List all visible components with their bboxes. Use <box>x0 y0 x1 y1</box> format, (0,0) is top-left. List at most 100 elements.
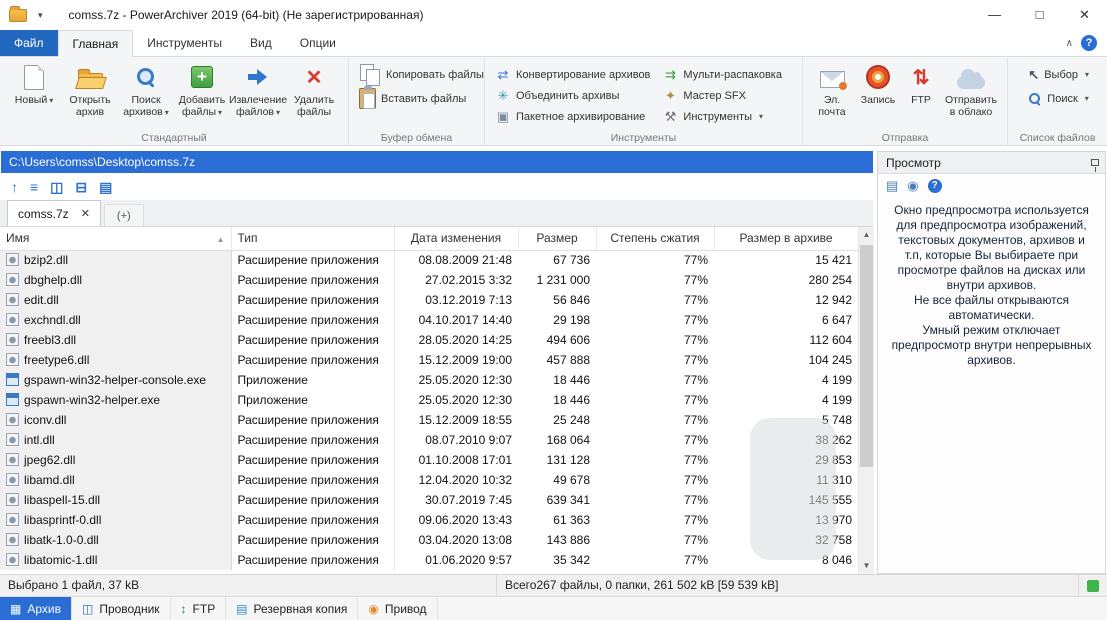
pin-icon[interactable] <box>1091 159 1099 172</box>
extract-files-button[interactable]: Извлечение файлов ▾ <box>229 60 287 119</box>
add-files-button[interactable]: Добавить файлы▾ <box>174 60 230 119</box>
file-ratio: 77% <box>683 493 708 507</box>
email-button[interactable]: Эл. почта <box>809 60 855 118</box>
table-row[interactable]: freetype6.dll Расширение приложения 15.1… <box>0 350 858 370</box>
file-packed-size: 4 199 <box>821 373 852 387</box>
app-icon[interactable] <box>9 5 27 22</box>
column-header-size[interactable]: Размер <box>518 227 597 251</box>
column-header-date[interactable]: Дата изменения <box>394 227 519 251</box>
delete-files-button[interactable]: Удалить файлы <box>286 60 342 118</box>
bottom-tab-ftp[interactable]: ↕ FTP <box>171 597 227 620</box>
view-details-icon[interactable]: ▤ <box>99 179 112 196</box>
file-ratio: 77% <box>683 433 708 447</box>
tab-home[interactable]: Главная <box>57 30 134 57</box>
up-one-level-icon[interactable]: ↑ <box>11 179 18 195</box>
tab-view[interactable]: Вид <box>236 30 286 56</box>
file-type-icon <box>6 293 19 306</box>
table-row[interactable]: libatomic-1.dll Расширение приложения 01… <box>0 550 858 570</box>
paste-files-button[interactable]: Вставить файлы <box>355 86 488 109</box>
convert-archives-button[interactable]: ⇄ Конвертирование архивов <box>491 64 654 85</box>
table-row[interactable]: iconv.dll Расширение приложения 15.12.20… <box>0 410 858 430</box>
minimize-button[interactable]: — <box>972 0 1017 30</box>
table-row[interactable]: dbghelp.dll Расширение приложения 27.02.… <box>0 270 858 290</box>
close-tab-icon[interactable]: ✕ <box>81 207 90 220</box>
file-date: 25.05.2020 12:30 <box>418 393 512 407</box>
view-columns-icon[interactable]: ◫ <box>50 179 63 196</box>
ftp-button[interactable]: FTP <box>901 60 941 106</box>
file-name: bzip2.dll <box>24 253 69 268</box>
file-type-icon <box>6 473 19 486</box>
table-row[interactable]: exchndl.dll Расширение приложения 04.10.… <box>0 310 858 330</box>
tab-options[interactable]: Опции <box>286 30 350 56</box>
tab-tools[interactable]: Инструменты <box>133 30 236 56</box>
bottom-tab-label: Резервная копия <box>253 601 348 616</box>
search-archives-button[interactable]: Поиск архивов ▾ <box>118 60 174 119</box>
batch-icon: ▣ <box>496 108 510 124</box>
table-row[interactable]: intl.dll Расширение приложения 08.07.201… <box>0 430 858 450</box>
preview-file-icon[interactable]: ▤ <box>886 178 898 194</box>
multi-extract-icon: ⇉ <box>664 66 676 82</box>
file-size: 1 231 000 <box>536 273 590 287</box>
column-header-type[interactable]: Тип <box>231 227 395 251</box>
table-row[interactable]: libatk-1.0-0.dll Расширение приложения 0… <box>0 530 858 550</box>
close-button[interactable]: ✕ <box>1062 0 1107 30</box>
preview-help-icon[interactable]: ? <box>927 178 942 193</box>
tab-file[interactable]: Файл <box>0 30 58 56</box>
file-packed-size: 13 970 <box>815 513 852 527</box>
file-date: 12.04.2020 10:32 <box>418 473 512 487</box>
help-button[interactable]: ? <box>1081 35 1097 51</box>
bottom-tab-backup[interactable]: ▤ Резервная копия <box>226 597 359 620</box>
maximize-button[interactable]: □ <box>1017 0 1062 30</box>
column-header-ratio[interactable]: Степень сжатия <box>596 227 715 251</box>
file-size: 18 446 <box>553 393 590 407</box>
file-packed-size: 38 262 <box>815 433 852 447</box>
send-to-cloud-button[interactable]: Отправить в облако <box>941 60 1001 118</box>
view-list-icon[interactable]: ≡ <box>30 179 38 195</box>
ribbon-collapse-icon[interactable]: ∧ <box>1066 38 1073 49</box>
archive-tab[interactable]: comss.7z ✕ <box>7 200 101 226</box>
bottom-tab-archive[interactable]: ▦ Архив <box>0 597 72 620</box>
new-tab-button[interactable]: (+) <box>103 204 144 226</box>
file-name: exchndl.dll <box>24 313 81 327</box>
select-button[interactable]: ↖ Выбор ▾ <box>1024 64 1093 85</box>
preview-description: Окно предпросмотра используется для пред… <box>878 197 1105 374</box>
sfx-wizard-button[interactable]: ✦ Мастер SFX <box>658 85 786 106</box>
table-row[interactable]: bzip2.dll Расширение приложения 08.08.20… <box>0 250 858 270</box>
bottom-tab-bar: ▦ Архив ◫ Проводник ↕ FTP ▤ Резервная ко… <box>0 596 1107 620</box>
open-archive-button[interactable]: Открыть архив <box>62 60 118 118</box>
table-row[interactable]: libaspell-15.dll Расширение приложения 3… <box>0 490 858 510</box>
copy-files-button[interactable]: Копировать файлы <box>355 64 488 86</box>
preview-image-icon[interactable]: ◉ <box>907 178 918 194</box>
bottom-tab-explorer[interactable]: ◫ Проводник <box>72 597 171 620</box>
file-ratio: 77% <box>683 293 708 307</box>
table-row[interactable]: gspawn-win32-helper-console.exe Приложен… <box>0 370 858 390</box>
column-header-packed[interactable]: Размер в архиве <box>714 227 858 251</box>
scroll-down-icon[interactable]: ▼ <box>859 558 874 574</box>
table-row[interactable]: edit.dll Расширение приложения 03.12.201… <box>0 290 858 310</box>
batch-archive-button[interactable]: ▣ Пакетное архивирование <box>491 106 654 127</box>
scrollbar-thumb[interactable] <box>860 245 873 467</box>
burn-button[interactable]: Запись <box>855 60 901 106</box>
titlebar: ▾ comss.7z - PowerArchiver 2019 (64-bit)… <box>0 0 1107 30</box>
merge-archives-button[interactable]: ✳ Объединить архивы <box>491 85 654 106</box>
bottom-tab-drive[interactable]: ◉ Привод <box>358 597 438 620</box>
scroll-up-icon[interactable]: ▲ <box>859 227 874 243</box>
table-row[interactable]: freebl3.dll Расширение приложения 28.05.… <box>0 330 858 350</box>
multi-extract-button[interactable]: ⇉ Мульти-распаковка <box>658 64 786 85</box>
file-size: 49 678 <box>553 473 590 487</box>
file-type: Расширение приложения <box>231 270 395 290</box>
filelist-search-button[interactable]: Поиск ▾ <box>1024 88 1093 109</box>
vertical-scrollbar[interactable]: ▲ ▼ <box>858 227 874 574</box>
table-row[interactable]: libasprintf-0.dll Расширение приложения … <box>0 510 858 530</box>
table-row[interactable]: jpeg62.dll Расширение приложения 01.10.2… <box>0 450 858 470</box>
group-filelist: ↖ Выбор ▾ Поиск ▾ Список файлов <box>1008 57 1107 145</box>
new-button[interactable]: Новый ▾ <box>6 60 62 107</box>
table-row[interactable]: libamd.dll Расширение приложения 12.04.2… <box>0 470 858 490</box>
tools-menu-button[interactable]: ⚒ Инструменты ▾ <box>658 106 786 127</box>
table-row[interactable]: gspawn-win32-helper.exe Приложение 25.05… <box>0 390 858 410</box>
sfx-wizard-icon: ✦ <box>664 87 676 103</box>
quick-access-dropdown-icon[interactable]: ▾ <box>34 8 47 23</box>
view-bottom-pane-icon[interactable]: ⊟ <box>75 179 87 196</box>
column-header-name[interactable]: Имя ▲ <box>0 227 232 251</box>
address-bar[interactable]: C:\Users\comss\Desktop\comss.7z <box>1 151 873 173</box>
